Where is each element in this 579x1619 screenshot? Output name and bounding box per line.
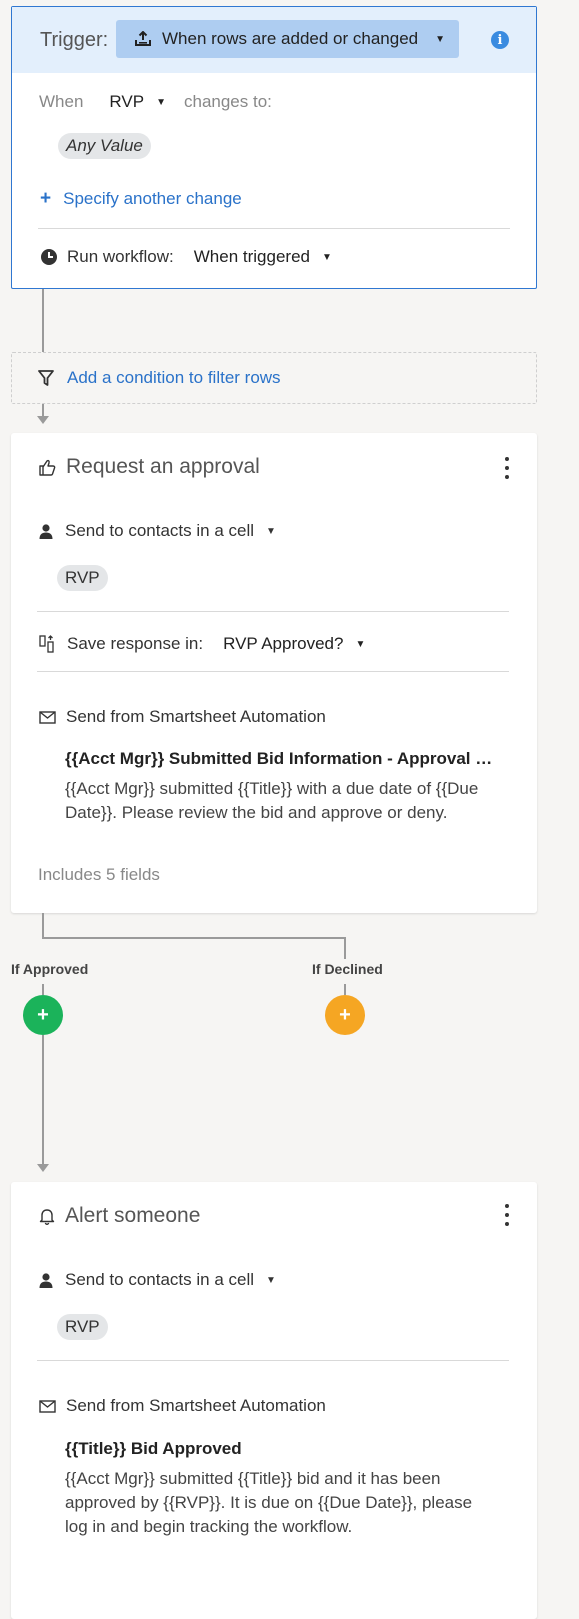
divider — [37, 1360, 509, 1361]
connector-line — [344, 984, 346, 995]
specify-another-change-label: Specify another change — [63, 189, 242, 208]
trigger-header: Trigger: When rows are added or changed … — [12, 7, 536, 73]
trigger-event-dropdown[interactable]: When rows are added or changed ▼ — [116, 20, 459, 58]
divider — [37, 611, 509, 612]
when-label: When — [39, 92, 84, 111]
caret-down-icon: ▼ — [266, 1274, 276, 1286]
if-declined-label: If Declined — [312, 961, 383, 977]
person-icon — [39, 1272, 53, 1288]
caret-down-icon: ▼ — [156, 96, 166, 108]
save-column-icon — [39, 635, 55, 653]
connector-line — [42, 404, 44, 416]
more-options-icon[interactable] — [504, 1204, 510, 1226]
add-condition-box[interactable]: Add a condition to filter rows — [11, 352, 537, 404]
column-value: RVP — [109, 92, 145, 111]
changes-to-label: changes to: — [183, 92, 272, 111]
message-body: {{Acct Mgr}} submitted {{Title}} with a … — [65, 779, 479, 822]
card-header: Alert someone — [39, 1204, 200, 1228]
alert-someone-card: Alert someone Send to contacts in a cell… — [11, 1182, 537, 1619]
save-response-label: Save response in: — [67, 634, 204, 653]
send-from-row: Send from Smartsheet Automation — [39, 707, 326, 727]
specify-another-change-link[interactable]: + Specify another change — [40, 188, 242, 210]
send-to-row: Send to contacts in a cell ▼ — [39, 1270, 276, 1290]
filter-icon — [38, 369, 54, 387]
send-to-row: Send to contacts in a cell ▼ — [39, 521, 276, 541]
envelope-icon — [39, 710, 56, 724]
send-from-row: Send from Smartsheet Automation — [39, 1396, 326, 1416]
arrow-down-icon — [37, 1164, 49, 1172]
divider — [38, 228, 510, 229]
caret-down-icon: ▼ — [266, 525, 276, 537]
send-from-label: Send from Smartsheet Automation — [66, 1396, 326, 1415]
bell-icon — [39, 1208, 55, 1225]
column-dropdown[interactable]: RVP ▼ — [109, 92, 166, 112]
card-header: Request an approval — [39, 455, 260, 479]
caret-down-icon: ▼ — [435, 33, 445, 45]
divider — [37, 671, 509, 672]
request-approval-card: Request an approval Send to contacts in … — [11, 433, 537, 913]
more-options-icon[interactable] — [504, 457, 510, 479]
send-to-value: Send to contacts in a cell — [65, 521, 255, 540]
arrow-down-icon — [37, 416, 49, 424]
card-title: Alert someone — [65, 1204, 201, 1227]
value-pill[interactable]: Any Value — [58, 133, 151, 159]
caret-down-icon: ▼ — [322, 251, 332, 263]
envelope-icon — [39, 1399, 56, 1413]
run-workflow-label: Run workflow: — [67, 247, 174, 266]
run-workflow-row: Run workflow: When triggered ▼ — [40, 247, 332, 267]
message-subject: {{Acct Mgr}} Submitted Bid Information -… — [65, 749, 497, 768]
trigger-label: Trigger: — [40, 29, 109, 51]
connector-line — [42, 913, 44, 939]
send-from-label: Send from Smartsheet Automation — [66, 707, 326, 726]
includes-fields-label: Includes 5 fields — [38, 865, 160, 884]
connector-line — [344, 937, 346, 959]
connector-line — [42, 1035, 44, 1164]
save-response-value: RVP Approved? — [223, 634, 344, 653]
trigger-card: Trigger: When rows are added or changed … — [11, 6, 537, 289]
send-to-dropdown[interactable]: Send to contacts in a cell ▼ — [65, 1270, 276, 1290]
thumbs-up-icon — [39, 459, 56, 476]
recipient-pill[interactable]: RVP — [57, 565, 108, 591]
plus-icon: + — [40, 188, 52, 209]
message-body: {{Acct Mgr}} submitted {{Title}} bid and… — [65, 1469, 473, 1536]
person-icon — [39, 523, 53, 539]
connector-line — [42, 289, 44, 352]
run-workflow-dropdown[interactable]: When triggered ▼ — [194, 247, 332, 267]
message-subject: {{Title}} Bid Approved — [65, 1439, 242, 1458]
trigger-event-value: When rows are added or changed — [162, 29, 419, 48]
run-workflow-value: When triggered — [193, 247, 310, 266]
info-icon[interactable]: i — [491, 31, 509, 49]
if-approved-label: If Approved — [11, 961, 89, 977]
save-response-dropdown[interactable]: RVP Approved? ▼ — [223, 634, 365, 654]
send-to-dropdown[interactable]: Send to contacts in a cell ▼ — [65, 521, 276, 541]
when-row: When RVP ▼ changes to: — [39, 92, 272, 112]
add-declined-step-button[interactable]: + — [325, 995, 365, 1035]
add-condition-label: Add a condition to filter rows — [67, 368, 281, 387]
connector-line — [42, 984, 44, 995]
branch-line — [42, 937, 346, 939]
clock-icon — [40, 248, 58, 266]
recipient-pill[interactable]: RVP — [57, 1314, 108, 1340]
add-approved-step-button[interactable]: + — [23, 995, 63, 1035]
card-title: Request an approval — [66, 455, 260, 478]
save-response-row: Save response in: RVP Approved? ▼ — [39, 634, 365, 654]
caret-down-icon: ▼ — [355, 638, 366, 650]
add-rows-icon — [134, 31, 152, 47]
send-to-value: Send to contacts in a cell — [65, 1270, 255, 1289]
